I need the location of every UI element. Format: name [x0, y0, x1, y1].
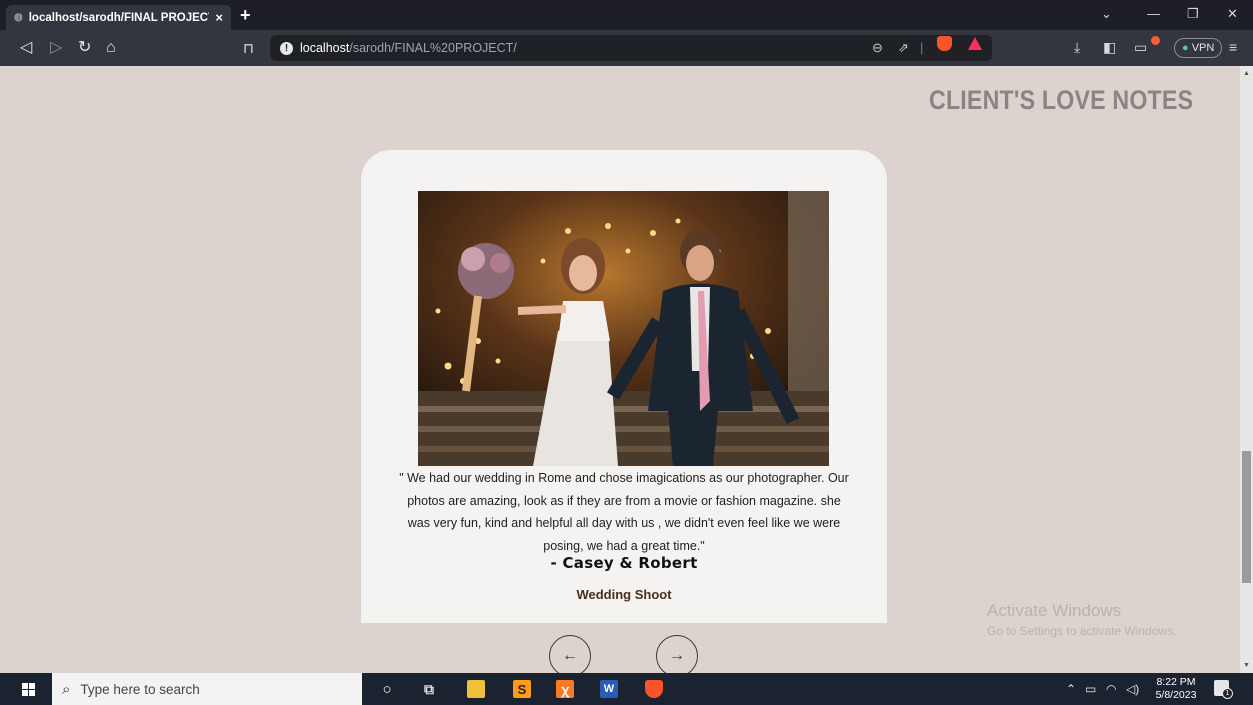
windows-start-icon[interactable] — [22, 683, 35, 696]
wedding-photo-illustration — [418, 191, 829, 466]
testimonial-card: " We had our wedding in Rome and chose i… — [361, 150, 887, 623]
volume-icon[interactable]: ◁) — [1126, 682, 1139, 696]
next-testimonial-button[interactable]: → — [656, 635, 698, 673]
taskbar-search-placeholder: Type here to search — [80, 681, 200, 697]
tab-list-chevron-icon[interactable]: ⌄ — [1101, 6, 1112, 22]
tab-close-icon[interactable]: × — [215, 10, 223, 25]
reload-icon[interactable]: ↻ — [78, 39, 91, 57]
site-info-icon[interactable]: ! — [280, 41, 293, 55]
taskbar-search-box[interactable]: ⌕ Type here to search — [52, 673, 362, 705]
sublime-text-icon[interactable]: S — [513, 680, 531, 698]
section-heading: CLIENT'S LOVE NOTES — [929, 85, 1194, 115]
brave-rewards-icon[interactable] — [968, 37, 982, 50]
prev-testimonial-button[interactable]: ← — [549, 635, 591, 673]
forward-arrow-icon[interactable]: ▷ — [50, 39, 62, 57]
vpn-status-dot-icon: ● — [1182, 42, 1189, 54]
windows-taskbar: ⌕ Type here to search ○ ⧉ S ꭓ W ⌃ ▭ ◠ ◁)… — [0, 673, 1253, 705]
clock-date: 5/8/2023 — [1155, 689, 1197, 701]
close-window-icon[interactable]: ✕ — [1227, 6, 1238, 22]
testimonial-shoot-type: Wedding Shoot — [576, 587, 672, 602]
word-icon[interactable]: W — [600, 680, 618, 698]
task-view-icon[interactable]: ⧉ — [420, 680, 438, 698]
notification-count: 1 — [1222, 688, 1233, 699]
sidebar-icon[interactable]: ◧ — [1103, 39, 1116, 56]
menu-icon[interactable]: ≡ — [1229, 39, 1237, 55]
watermark-subtitle: Go to Settings to activate Windows. — [987, 624, 1177, 638]
home-icon[interactable]: ⌂ — [106, 39, 116, 57]
brave-shields-icon[interactable] — [937, 36, 952, 51]
restore-window-icon[interactable]: ❐ — [1187, 6, 1199, 22]
share-icon[interactable]: ⇗ — [898, 40, 909, 56]
web-page: CLIENT'S LOVE NOTES " We had our wedding… — [0, 66, 1240, 673]
arrow-right-icon: → — [669, 647, 685, 664]
tab-title: localhost/sarodh/FINAL PROJECT/ — [28, 11, 210, 24]
vpn-button[interactable]: ● VPN — [1174, 38, 1223, 58]
battery-icon[interactable]: ▭ — [1085, 682, 1096, 696]
wallet-notification-badge — [1151, 36, 1160, 45]
browser-tab-active[interactable]: ◍ localhost/sarodh/FINAL PROJECT/ × — [6, 5, 231, 30]
wedding-couple-photo — [418, 191, 829, 466]
bookmark-icon[interactable]: ⊓ — [243, 39, 254, 57]
browser-tab-bar: ◍ localhost/sarodh/FINAL PROJECT/ × + ⌄ … — [0, 0, 1253, 30]
wifi-icon[interactable]: ◠ — [1106, 682, 1116, 696]
address-bar[interactable]: ! localhost/sarodh/FINAL%20PROJECT/ ⊖ ⇗ … — [270, 35, 992, 61]
browser-toolbar: ◁ ▷ ↻ ⌂ ⊓ ! localhost/sarodh/FINAL%20PRO… — [0, 30, 1253, 66]
xampp-icon[interactable]: ꭓ — [556, 680, 574, 698]
file-explorer-icon[interactable] — [467, 680, 485, 698]
watermark-title: Activate Windows — [987, 601, 1122, 620]
page-scrollbar[interactable]: ▲ ▼ — [1240, 66, 1253, 673]
cortana-icon[interactable]: ○ — [378, 680, 396, 698]
vpn-label: VPN — [1191, 42, 1215, 54]
arrow-left-icon: ← — [562, 647, 578, 664]
show-hidden-icons-icon[interactable]: ⌃ — [1066, 682, 1076, 696]
taskbar-clock[interactable]: 8:22 PM 5/8/2023 — [1152, 676, 1200, 702]
tab-favicon-icon: ◍ — [14, 12, 23, 23]
activate-windows-watermark: Activate Windows Go to Settings to activ… — [987, 601, 1176, 638]
wallet-icon[interactable]: ▭ — [1134, 39, 1147, 56]
brave-taskbar-icon[interactable] — [645, 680, 663, 698]
back-arrow-icon[interactable]: ◁ — [20, 39, 32, 57]
downloads-icon[interactable]: ⤓ — [1074, 39, 1080, 56]
scrollbar-thumb[interactable] — [1242, 451, 1251, 583]
testimonial-quote: " We had our wedding in Rome and chose i… — [399, 471, 849, 553]
url-path: /sarodh/FINAL%20PROJECT/ — [349, 41, 517, 55]
search-icon: ⌕ — [62, 680, 71, 698]
url-divider: | — [920, 40, 924, 55]
url-host: localhost — [300, 41, 350, 55]
testimonial-client-name: - Casey & Robert — [550, 554, 698, 572]
minimize-window-icon[interactable]: — — [1147, 6, 1160, 21]
clock-time: 8:22 PM — [1156, 676, 1196, 688]
new-tab-button[interactable]: + — [240, 5, 251, 25]
scroll-up-icon[interactable]: ▲ — [1243, 70, 1250, 77]
zoom-icon[interactable]: ⊖ — [872, 40, 883, 56]
scroll-down-icon[interactable]: ▼ — [1243, 662, 1250, 669]
